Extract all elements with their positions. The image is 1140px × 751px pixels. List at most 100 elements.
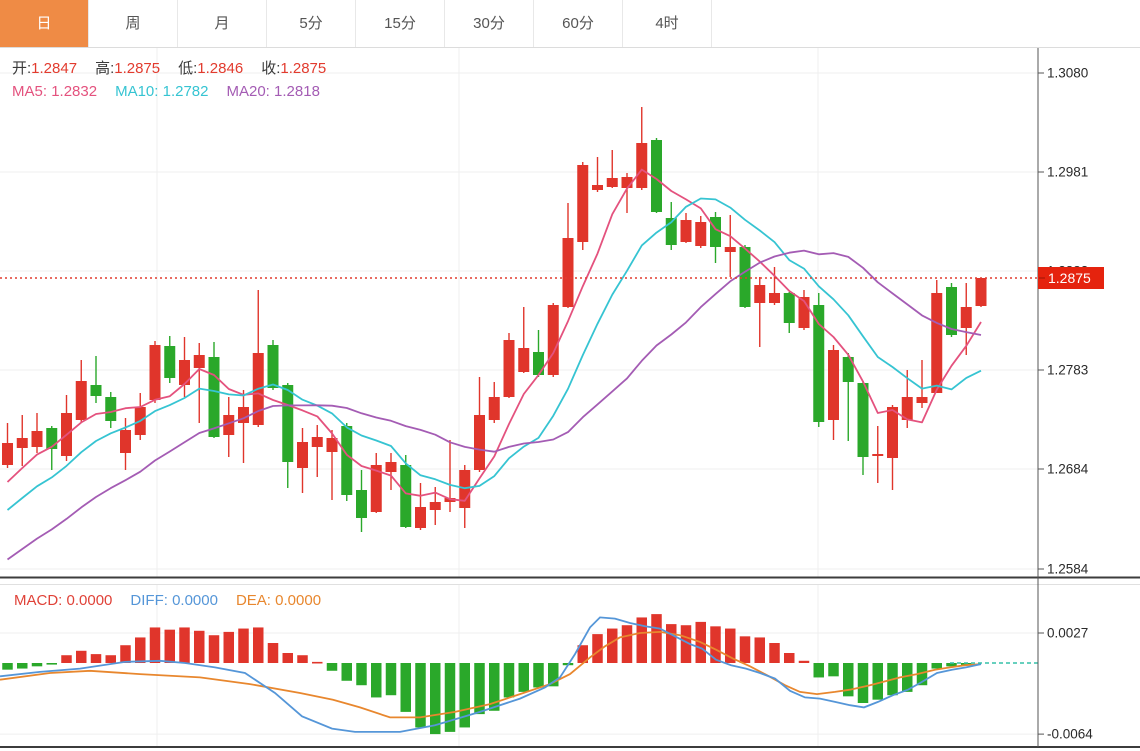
macd-bar: [61, 655, 72, 663]
macd-bar: [106, 655, 117, 663]
candle-body: [32, 431, 43, 447]
macd-bar: [607, 629, 618, 663]
candle-body: [518, 348, 529, 372]
macd-bar: [356, 663, 367, 685]
candle-body: [430, 502, 441, 510]
macd-bar: [268, 643, 279, 663]
macd-bar: [238, 629, 249, 663]
macd-bar: [769, 643, 780, 663]
candle-body: [784, 293, 795, 323]
price-panel: [0, 107, 1038, 560]
candle-body: [474, 415, 485, 470]
candle-body: [209, 357, 220, 437]
candle-body: [961, 307, 972, 328]
candle-body: [164, 346, 175, 378]
candle-body: [607, 178, 618, 187]
candle-body: [858, 383, 869, 457]
candle-body: [489, 397, 500, 420]
macd-bar: [253, 627, 264, 663]
price-axis-label: 1.2981: [1047, 165, 1088, 180]
macd-bar: [224, 632, 235, 663]
macd-bar: [519, 663, 530, 692]
tab-60分[interactable]: 60分: [534, 0, 623, 47]
macd-bar: [784, 653, 795, 663]
macd-bar: [386, 663, 397, 695]
candle-body: [341, 426, 352, 495]
macd-bar: [312, 662, 323, 664]
macd-bar: [17, 663, 28, 669]
macd-bar: [2, 663, 13, 670]
macd-bar: [150, 627, 161, 663]
candle-body: [17, 438, 28, 448]
macd-bar: [76, 651, 87, 663]
macd-bar: [799, 661, 810, 663]
candle-body: [681, 220, 692, 242]
candle-body: [76, 381, 87, 420]
macd-panel: [0, 614, 1038, 734]
macd-bar: [371, 663, 382, 697]
candle-body: [725, 247, 736, 252]
macd-bar: [401, 663, 412, 712]
candle-body: [592, 185, 603, 190]
candle-body: [91, 385, 102, 396]
candle-body: [577, 165, 588, 242]
candlestick-chart-canvas[interactable]: 1.30801.29811.28821.27831.26841.25840.00…: [0, 0, 1140, 751]
candle-body: [2, 443, 13, 465]
tab-5分[interactable]: 5分: [267, 0, 356, 47]
macd-bar: [828, 663, 839, 676]
macd-bar: [47, 663, 58, 665]
candle-body: [887, 407, 898, 458]
macd-bar: [194, 631, 205, 663]
candle-body: [238, 407, 249, 423]
macd-bar: [342, 663, 353, 681]
tab-月[interactable]: 月: [178, 0, 267, 47]
macd-bar: [120, 645, 131, 663]
tab-周[interactable]: 周: [89, 0, 178, 47]
tab-4时[interactable]: 4时: [623, 0, 712, 47]
macd-bar: [873, 663, 884, 700]
tab-15分[interactable]: 15分: [356, 0, 445, 47]
candle-body: [533, 352, 544, 375]
tab-30分[interactable]: 30分: [445, 0, 534, 47]
macd-bar: [135, 637, 146, 663]
candle-body: [931, 293, 942, 393]
macd-bar: [297, 655, 308, 663]
candle-body: [917, 397, 928, 403]
candle-body: [297, 442, 308, 468]
candle-body: [695, 222, 706, 246]
macd-axis-label: 0.0027: [1047, 626, 1088, 641]
candle-body: [150, 345, 161, 400]
candle-body: [636, 143, 647, 188]
macd-bar: [622, 625, 633, 663]
candle-body: [828, 350, 839, 420]
macd-bar: [32, 663, 43, 666]
trading-chart-app: 日周月5分15分30分60分4时 1.30801.29811.28821.278…: [0, 0, 1140, 751]
candle-body: [386, 462, 397, 472]
candle-body: [563, 238, 574, 307]
macd-bar: [327, 663, 338, 671]
candle-body: [194, 355, 205, 368]
candle-body: [872, 454, 883, 456]
macd-bar: [91, 654, 102, 663]
candle-body: [105, 397, 116, 421]
macd-bar: [533, 663, 544, 687]
candle-body: [356, 490, 367, 518]
macd-bar: [814, 663, 825, 677]
macd-axis-label: -0.0064: [1047, 727, 1093, 742]
macd-bar: [283, 653, 294, 663]
macd-bar: [209, 635, 220, 663]
macd-bar: [179, 627, 190, 663]
macd-bar: [740, 636, 751, 663]
timeframe-tabbar: 日周月5分15分30分60分4时: [0, 0, 1140, 48]
candle-body: [282, 385, 293, 462]
price-axis-label: 1.2584: [1047, 562, 1089, 577]
candle-body: [754, 285, 765, 303]
candle-body: [548, 305, 559, 375]
candle-body: [415, 507, 426, 528]
current-price-tag-value: 1.2875: [1048, 270, 1091, 286]
price-axis-label: 1.3080: [1047, 66, 1088, 81]
tab-日[interactable]: 日: [0, 0, 89, 47]
macd-bar: [858, 663, 869, 703]
macd-bar: [165, 630, 176, 663]
candle-body: [312, 437, 323, 447]
